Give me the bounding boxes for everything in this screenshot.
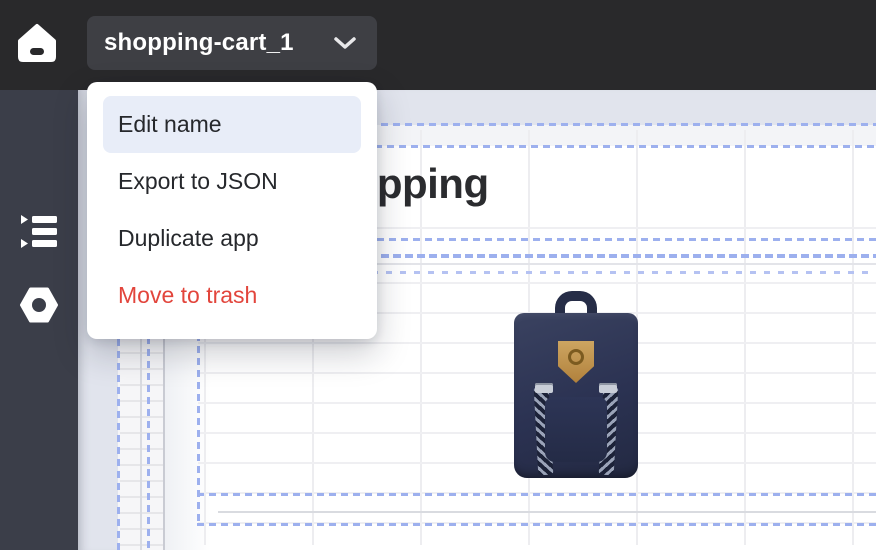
- chevron-down-icon: [333, 36, 357, 50]
- menu-item-move-to-trash[interactable]: Move to trash: [103, 267, 361, 324]
- component-tree-icon: [19, 214, 59, 250]
- menu-item-duplicate-app[interactable]: Duplicate app: [103, 210, 361, 267]
- menu-item-edit-name[interactable]: Edit name: [103, 96, 361, 153]
- app-editor-screen: Shopping: [0, 0, 876, 550]
- container-edge-line: [218, 511, 876, 513]
- home-icon: [15, 22, 59, 64]
- backpack-logo-ring: [568, 349, 584, 365]
- app-dropdown-menu: Edit name Export to JSON Duplicate app M…: [87, 82, 377, 339]
- selection-outline: [197, 523, 876, 526]
- app-name-label: shopping-cart_1: [104, 29, 294, 57]
- editor-topbar: shopping-cart_1: [0, 0, 876, 90]
- editor-sidebar: [0, 90, 78, 550]
- backpack-buckle: [535, 383, 553, 393]
- sidebar-item-component-tree[interactable]: [0, 214, 78, 250]
- sidebar-item-settings[interactable]: [0, 287, 78, 323]
- backpack-pocket: [545, 397, 607, 462]
- app-name-dropdown-button[interactable]: shopping-cart_1: [87, 16, 377, 70]
- home-button[interactable]: [13, 19, 61, 67]
- menu-item-export-to-json[interactable]: Export to JSON: [103, 153, 361, 210]
- settings-nut-icon: [20, 287, 58, 323]
- backpack-buckle: [599, 383, 617, 393]
- product-image-backpack[interactable]: [511, 291, 641, 478]
- selection-outline: [197, 493, 876, 496]
